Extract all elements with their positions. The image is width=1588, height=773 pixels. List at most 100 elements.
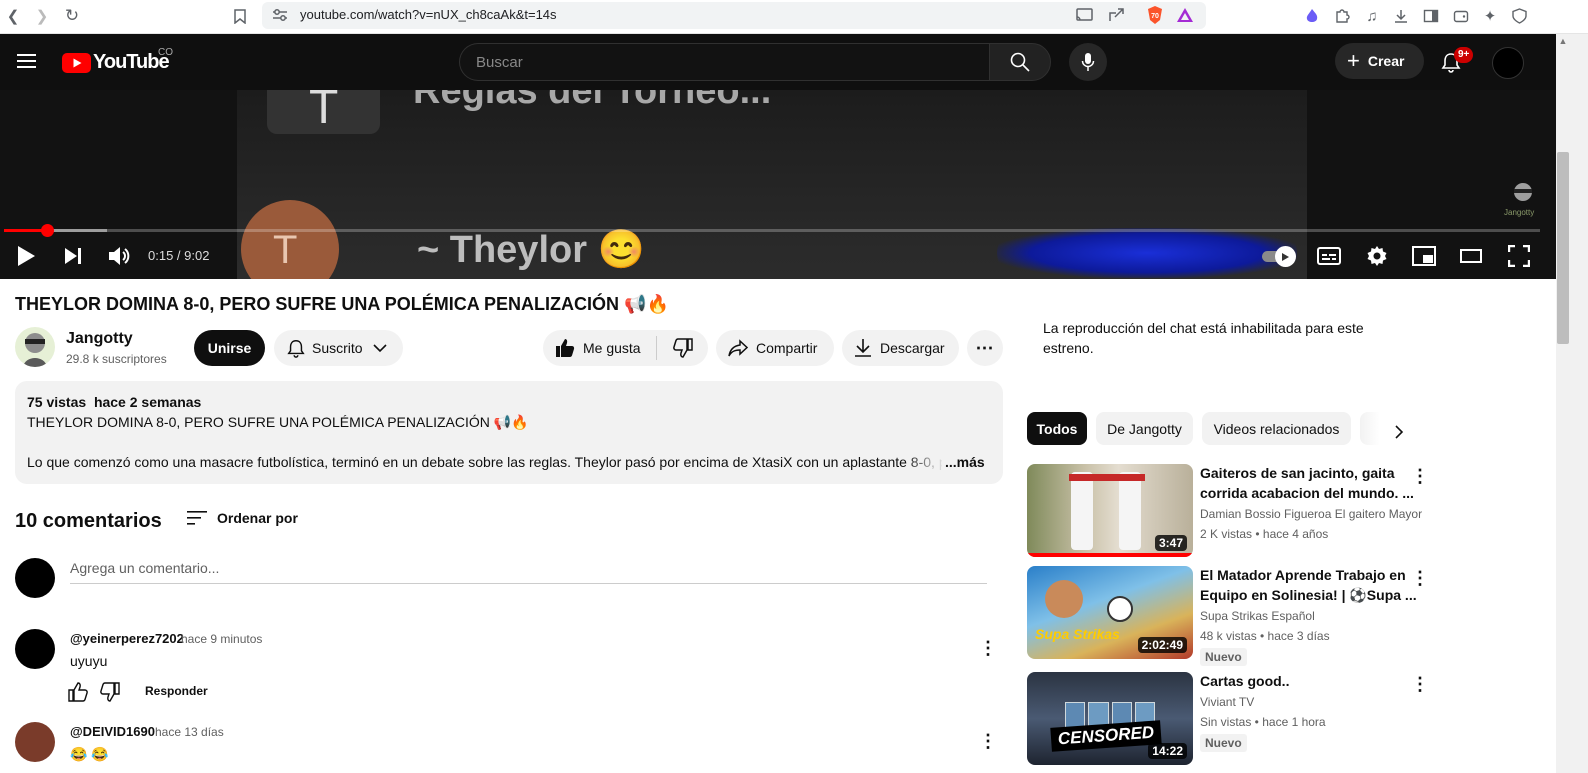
next-button[interactable] (61, 244, 85, 268)
comment-time[interactable]: hace 13 días (155, 725, 224, 739)
bookmark-icon[interactable] (229, 5, 251, 27)
dislike-button[interactable] (657, 330, 708, 366)
video-player[interactable]: T Reglas del Torneo... T ~ Theylor 😊 Jan… (0, 90, 1556, 279)
thumbs-up-icon (68, 682, 88, 702)
sort-comments-button[interactable]: Ordenar por (187, 506, 298, 530)
reply-button[interactable]: Responder (145, 684, 208, 698)
music-icon[interactable]: ♫ (1361, 5, 1383, 27)
theater-mode-button[interactable] (1458, 244, 1484, 268)
chip-all[interactable]: Todos (1027, 412, 1087, 445)
add-comment-placeholder: Agrega un comentario... (70, 560, 220, 576)
comment-menu-icon[interactable]: ⋮ (979, 731, 997, 752)
volume-button[interactable] (106, 244, 132, 268)
related-menu-icon[interactable]: ⋮ (1411, 674, 1429, 695)
scrubber-handle[interactable] (41, 224, 54, 237)
chip-from-channel[interactable]: De Jangotty (1096, 412, 1193, 445)
like-dislike-group: Me gusta (543, 330, 708, 366)
thumbnail-logo-text: Supa Strikas (1035, 626, 1120, 642)
new-badge: Nuevo (1200, 648, 1247, 666)
wallet-icon[interactable] (1450, 5, 1472, 27)
comment-avatar[interactable] (15, 722, 55, 762)
like-button[interactable]: Me gusta (543, 330, 656, 366)
download-label: Descargar (880, 340, 945, 356)
related-thumbnail[interactable]: 3:47 (1027, 464, 1193, 557)
brave-shields-icon[interactable]: 70 (1146, 5, 1164, 25)
more-actions-button[interactable]: ⋯ (967, 330, 1003, 366)
comment-time[interactable]: hace 9 minutos (181, 632, 262, 646)
subtitles-button[interactable] (1317, 244, 1341, 268)
extension-flame-icon[interactable] (1301, 5, 1323, 27)
search-input[interactable]: Buscar (459, 43, 989, 81)
site-settings-icon[interactable] (272, 8, 288, 22)
related-channel[interactable]: Viviant TV (1200, 695, 1254, 709)
watched-progress-bar (1027, 553, 1193, 557)
youtube-logo[interactable]: YouTube (62, 51, 170, 74)
scroll-up-arrow-icon[interactable]: ▲ (1557, 36, 1569, 50)
create-button[interactable]: + Crear (1335, 43, 1424, 79)
channel-watermark[interactable]: Jangotty (1504, 180, 1542, 222)
related-menu-icon[interactable]: ⋮ (1411, 568, 1429, 589)
channel-name[interactable]: Jangotty (66, 330, 133, 348)
voice-search-button[interactable] (1069, 43, 1107, 81)
vpn-icon[interactable] (1508, 5, 1530, 27)
video-title: THEYLOR DOMINA 8-0, PERO SUFRE UNA POLÉM… (15, 294, 669, 314)
extensions-icon[interactable] (1331, 5, 1353, 27)
related-thumbnail[interactable]: Supa Strikas 2:02:49 (1027, 566, 1193, 659)
related-channel[interactable]: Damian Bossio Figueroa El gaitero Mayor (1200, 507, 1422, 521)
description-box[interactable]: 75 vistas hace 2 semanas THEYLOR DOMINA … (15, 381, 1003, 484)
back-icon[interactable]: ❮ (2, 5, 24, 27)
video-duration: 14:22 (1148, 743, 1187, 759)
account-avatar[interactable] (1492, 47, 1524, 79)
progress-bar[interactable] (4, 224, 1540, 237)
chip-related[interactable]: Videos relacionados (1202, 412, 1351, 445)
subscribed-label: Suscrito (312, 340, 363, 356)
channel-avatar[interactable] (15, 327, 55, 367)
description-more-link[interactable]: ...más (945, 454, 985, 470)
comment-like-button[interactable] (68, 682, 88, 702)
address-bar[interactable]: youtube.com/watch?v=nUX_ch8caAk&t=14s 70 (262, 2, 1206, 29)
related-title[interactable]: Cartas good.. (1200, 671, 1422, 691)
leo-ai-icon[interactable]: ✦ (1479, 5, 1501, 27)
description-stats: 75 vistas hace 2 semanas (27, 394, 202, 410)
brave-rewards-icon[interactable] (1176, 7, 1194, 23)
play-button[interactable] (14, 244, 38, 268)
chips-next-button[interactable] (1387, 420, 1411, 444)
miniplayer-button[interactable] (1411, 244, 1437, 268)
share-button[interactable]: Compartir (716, 330, 834, 366)
description-line-2: Lo que comenzó como una masacre futbolís… (27, 454, 942, 470)
page-scrollbar[interactable] (1556, 34, 1588, 773)
settings-button[interactable] (1364, 243, 1390, 269)
related-title[interactable]: El Matador Aprende Trabajo en Equipo en … (1200, 565, 1422, 605)
related-channel[interactable]: Supa Strikas Español (1200, 609, 1315, 623)
related-thumbnail[interactable]: CENSORED 14:22 (1027, 672, 1193, 765)
download-button[interactable]: Descargar (842, 330, 959, 366)
downloads-icon[interactable] (1390, 5, 1412, 27)
related-title[interactable]: Gaiteros de san jacinto, gaita corrida a… (1200, 463, 1422, 503)
comment-author[interactable]: @yeinerperez7202 (70, 631, 184, 646)
subscribed-button[interactable]: Suscrito (274, 330, 403, 366)
chip-label: Videos relacionados (1213, 420, 1340, 437)
chip-partial (1360, 412, 1380, 445)
forward-icon[interactable]: ❯ (31, 5, 53, 27)
autoplay-toggle[interactable] (1262, 246, 1296, 267)
skip-next-icon (65, 248, 81, 264)
menu-icon[interactable] (17, 53, 37, 69)
comment-menu-icon[interactable]: ⋮ (979, 638, 997, 659)
bell-icon (287, 339, 305, 358)
add-comment-input[interactable]: Agrega un comentario... (70, 558, 987, 584)
comment-avatar[interactable] (15, 629, 55, 669)
video-overlay-text-top: Reglas del Torneo... (413, 90, 772, 112)
video-duration: 2:02:49 (1137, 637, 1187, 653)
cast-icon[interactable] (1076, 7, 1094, 23)
comment-author[interactable]: @DEIVID1690 (70, 724, 155, 739)
comment-dislike-button[interactable] (100, 682, 120, 702)
sidebar-toggle-icon[interactable] (1420, 5, 1442, 27)
sort-icon (187, 511, 207, 525)
scrollbar-thumb[interactable] (1557, 152, 1569, 344)
search-button[interactable] (989, 43, 1051, 81)
join-button[interactable]: Unirse (194, 330, 265, 366)
reload-icon[interactable]: ↻ (61, 5, 83, 27)
share-page-icon[interactable] (1108, 7, 1126, 23)
related-menu-icon[interactable]: ⋮ (1411, 466, 1429, 487)
fullscreen-button[interactable] (1506, 244, 1532, 268)
